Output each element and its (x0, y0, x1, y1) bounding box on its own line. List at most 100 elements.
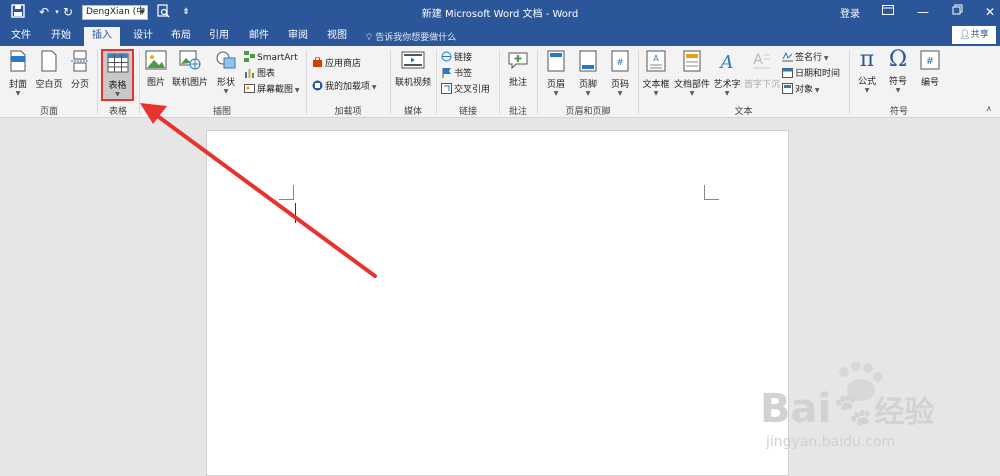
shapes-button[interactable]: 形状 ▼ (212, 50, 240, 95)
object-label: 对象 (795, 85, 814, 95)
group-label-links: 链接 (458, 107, 477, 117)
chevron-down-icon: ▼ (813, 87, 820, 94)
page-break-button[interactable]: 分页 (66, 50, 94, 90)
font-name-value: DengXian (中 (86, 7, 146, 17)
chevron-down-icon: ▼ (617, 90, 623, 97)
picture-icon (145, 50, 167, 70)
cross-reference-button[interactable]: 交叉引用 (441, 83, 490, 98)
my-addins-button[interactable]: 我的加载项 ▼ (312, 80, 377, 95)
numbering-button[interactable]: # 编号 (915, 50, 945, 88)
group-label-header-footer: 页眉和页脚 (565, 107, 611, 117)
quick-parts-button[interactable]: 文档部件 ▼ (673, 50, 711, 97)
chart-icon (245, 69, 254, 78)
svg-text:A: A (719, 52, 734, 72)
equation-button[interactable]: π 公式 ▼ (853, 48, 881, 95)
share-button[interactable]: 👤︎共享 (952, 26, 996, 44)
person-icon: 👤︎ (959, 30, 971, 40)
tab-review[interactable]: 审阅 (281, 27, 315, 46)
group-separator (306, 50, 307, 114)
group-separator (139, 50, 140, 114)
redo-icon[interactable]: ↻ (60, 4, 76, 20)
dropcap-button[interactable]: A 首字下沉 (744, 50, 781, 90)
store-button[interactable]: 应用商店 (312, 57, 361, 72)
ribbon-display-options-icon[interactable] (880, 4, 896, 20)
header-button[interactable]: 页眉 ▼ (541, 50, 571, 97)
online-video-icon (401, 51, 425, 69)
restore-icon[interactable] (950, 4, 966, 20)
symbol-button[interactable]: Ω 符号 ▼ (884, 48, 912, 95)
minimize-icon[interactable]: — (915, 4, 931, 20)
share-label: 共享 (970, 30, 989, 40)
link-label: 链接 (454, 53, 473, 63)
table-icon (107, 53, 128, 73)
tab-home[interactable]: 开始 (44, 27, 78, 46)
online-video-label: 联机视频 (394, 78, 431, 88)
table-button[interactable]: 表格 ▼ (101, 49, 134, 101)
tab-layout[interactable]: 布局 (164, 27, 198, 46)
tab-file[interactable]: 文件 (4, 27, 38, 46)
chevron-down-icon: ▼ (115, 91, 120, 98)
page-break-label: 分页 (70, 80, 89, 90)
comment-button[interactable]: 批注 (503, 50, 533, 88)
footer-button[interactable]: 页脚 ▼ (573, 50, 603, 97)
cross-reference-label: 交叉引用 (454, 85, 491, 95)
textbox-button[interactable]: A 文本框 ▼ (641, 50, 671, 97)
online-picture-icon (179, 50, 201, 70)
customize-qat-icon[interactable]: ⇟ (178, 4, 194, 20)
cover-page-icon (10, 50, 26, 72)
wordart-icon: A (719, 52, 734, 73)
document-page[interactable] (206, 130, 789, 476)
picture-button[interactable]: 图片 (142, 50, 170, 88)
object-button[interactable]: 对象 ▼ (782, 83, 820, 98)
my-addins-icon (312, 80, 323, 91)
comment-label: 批注 (508, 78, 527, 88)
chevron-down-icon: ▼ (585, 90, 591, 97)
chevron-down-icon: ▼ (223, 88, 229, 95)
tab-design[interactable]: 设计 (126, 27, 160, 46)
group-label-pages: 页面 (39, 107, 58, 117)
chart-button[interactable]: 图表 (244, 67, 275, 82)
tab-references[interactable]: 引用 (202, 27, 236, 46)
equation-label: 公式 (857, 77, 876, 87)
smartart-button[interactable]: SmartArt (244, 51, 298, 66)
dropcap-label: 首字下沉 (744, 80, 781, 90)
tab-mailings[interactable]: 邮件 (242, 27, 276, 46)
bookmark-button[interactable]: 书签 (441, 67, 472, 82)
margin-corner-mark (279, 185, 294, 200)
close-icon[interactable]: ✕ (982, 4, 998, 20)
collapse-ribbon-icon[interactable]: ∧ (986, 104, 992, 113)
blank-page-button[interactable]: 空白页 (34, 50, 64, 90)
page-number-button[interactable]: # 页码 ▼ (605, 50, 635, 97)
font-name-select[interactable]: DengXian (中 ▼ (82, 5, 148, 20)
wordart-button[interactable]: A 艺术字 ▼ (712, 50, 742, 97)
numbering-icon: # (920, 50, 940, 70)
store-icon (313, 57, 322, 67)
picture-label: 图片 (146, 78, 165, 88)
tab-insert[interactable]: 插入 (84, 27, 120, 46)
datetime-button[interactable]: 日期和时间 (782, 67, 840, 82)
comment-icon (508, 52, 528, 70)
group-label-tables: 表格 (108, 107, 127, 117)
group-label-media: 媒体 (403, 107, 422, 117)
store-label: 应用商店 (325, 59, 362, 69)
quick-parts-icon (683, 50, 701, 72)
signature-line-button[interactable]: 签名行 ▼ (782, 51, 829, 66)
link-button[interactable]: 链接 (441, 51, 472, 66)
tab-view[interactable]: 视图 (320, 27, 354, 46)
cover-page-button[interactable]: 封面 ▼ (4, 50, 32, 97)
online-picture-button[interactable]: 联机图片 (170, 50, 210, 88)
tell-me-box[interactable]: 💡︎ 告诉我你想要做什么 (366, 30, 456, 43)
screenshot-button[interactable]: 屏幕截图 ▼ (244, 83, 300, 98)
group-label-comments: 批注 (508, 107, 527, 117)
cover-page-label: 封面 (8, 80, 27, 90)
login-button[interactable]: 登录 (840, 5, 860, 20)
screenshot-icon (244, 84, 255, 93)
online-video-button[interactable]: 联机视频 (392, 50, 434, 88)
window-title: 新建 Microsoft Word 文档 - Word (421, 9, 579, 20)
watermark-url: jingyan.baidu.com (766, 434, 896, 450)
symbol-label: 符号 (888, 77, 907, 87)
svg-text:#: # (926, 56, 934, 67)
group-label-addins: 加载项 (334, 107, 362, 117)
print-preview-icon[interactable] (155, 4, 171, 20)
save-icon[interactable] (10, 4, 26, 20)
